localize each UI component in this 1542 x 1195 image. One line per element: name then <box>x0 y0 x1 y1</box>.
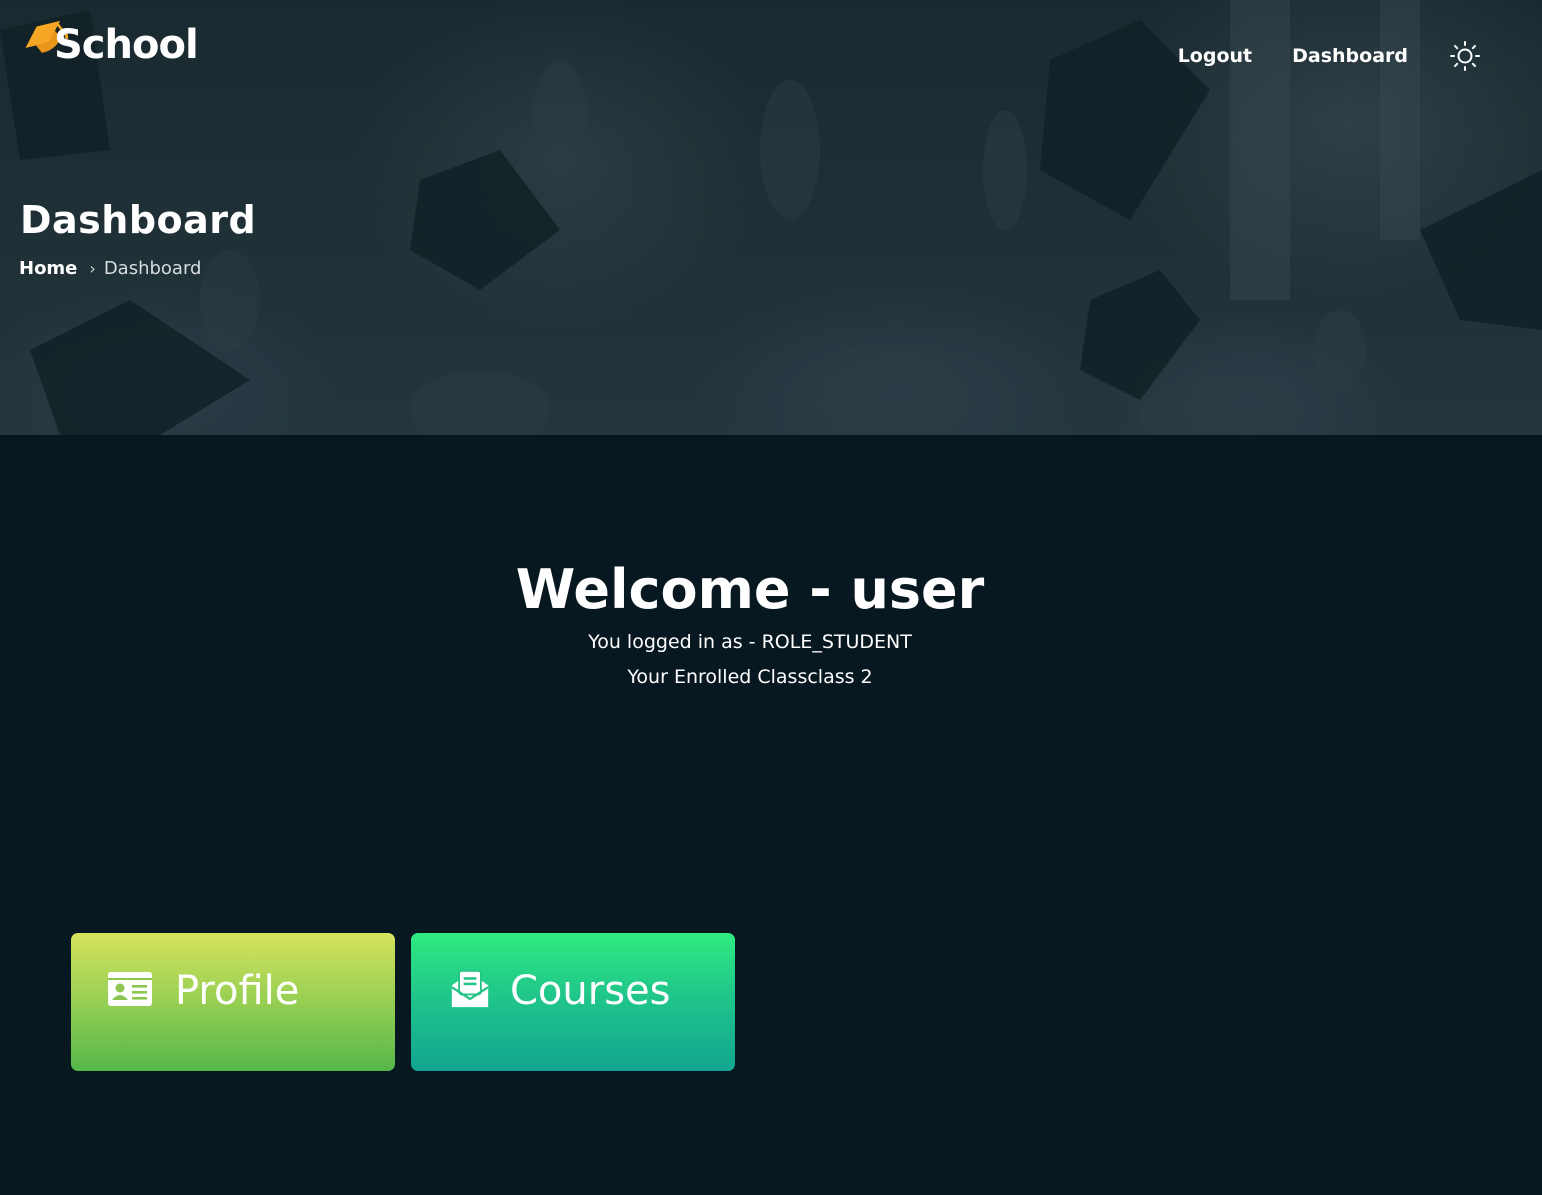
courses-card-label: Courses <box>510 968 671 1014</box>
brand-logo[interactable]: School <box>20 10 199 80</box>
top-nav: Logout Dashboard <box>1178 36 1482 76</box>
breadcrumb: Home › Dashboard <box>19 258 201 279</box>
breadcrumb-home-link[interactable]: Home <box>19 258 77 279</box>
logout-link[interactable]: Logout <box>1178 45 1252 67</box>
envelope-open-icon <box>451 969 489 1008</box>
profile-card[interactable]: Profile <box>71 933 395 1071</box>
breadcrumb-current: Dashboard <box>103 258 202 279</box>
brand-name: School <box>54 22 199 68</box>
id-card-icon <box>108 972 152 1006</box>
theme-toggle-button[interactable] <box>1448 39 1482 73</box>
dashboard-link[interactable]: Dashboard <box>1292 45 1408 67</box>
welcome-section: Welcome - user You logged in as - ROLE_S… <box>0 555 1500 695</box>
role-text: You logged in as - ROLE_STUDENT <box>588 631 912 653</box>
enrolled-class-text: Your Enrolled Classclass 2 <box>627 666 873 688</box>
sun-icon <box>1450 41 1480 71</box>
profile-card-label: Profile <box>175 968 300 1014</box>
page-title: Dashboard <box>20 198 257 242</box>
courses-card[interactable]: Courses <box>411 933 735 1071</box>
welcome-heading: Welcome - user <box>515 558 985 621</box>
chevron-right-icon: › <box>89 259 96 278</box>
